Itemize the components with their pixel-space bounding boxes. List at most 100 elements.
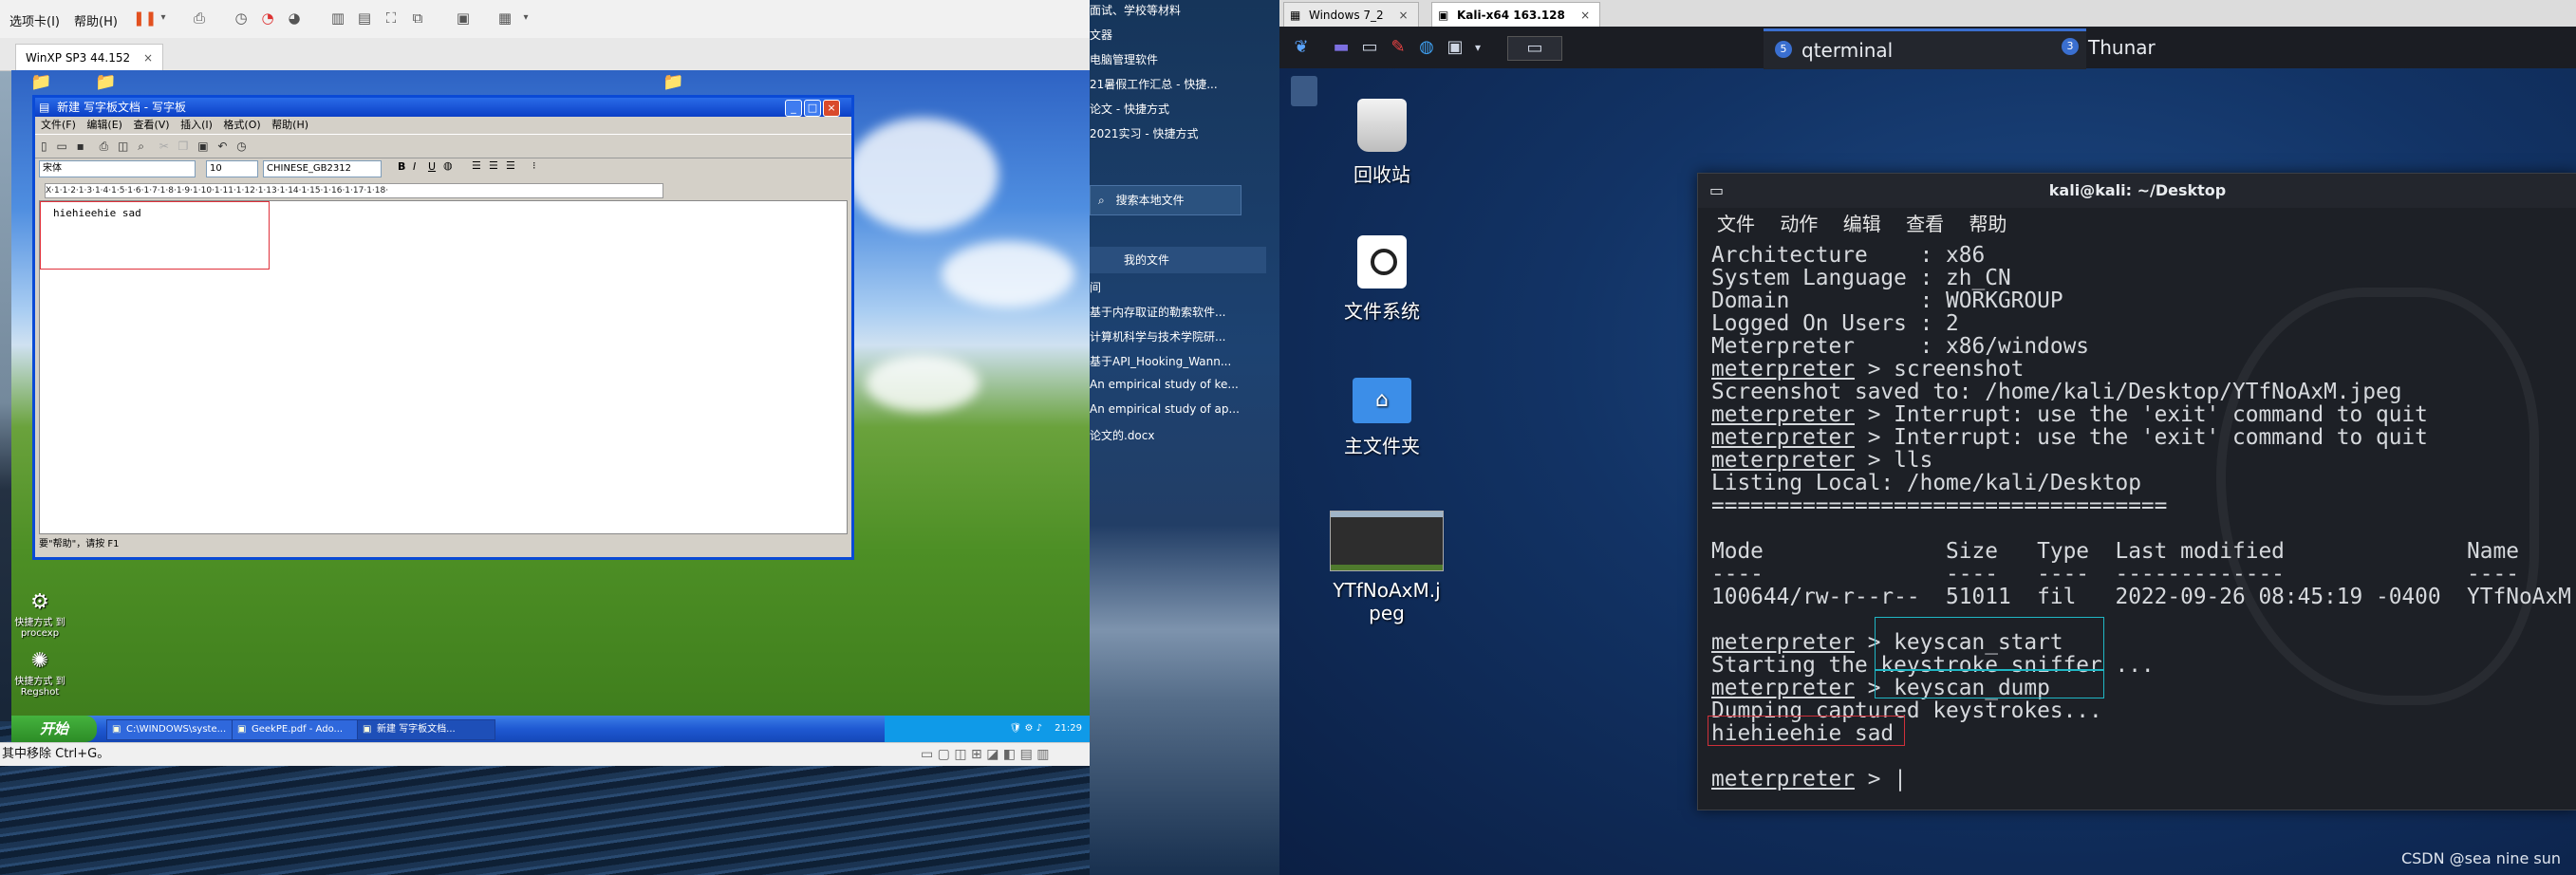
file-manager-icon[interactable]: ▭	[1357, 36, 1382, 59]
italic-icon[interactable]: I	[413, 160, 416, 173]
taskbar-item-pdf[interactable]: GeekPE.pdf - Ado...	[232, 719, 370, 740]
cut-icon[interactable]: ✂	[159, 140, 169, 153]
menu-action[interactable]: 动作	[1780, 208, 1818, 240]
text-editor-icon[interactable]: ✎	[1386, 36, 1410, 59]
fullscreen-icon[interactable]: ⛶	[382, 9, 401, 28]
list-item[interactable]: 论文的.docx	[1090, 427, 1279, 443]
font-select[interactable]: 宋体	[39, 160, 196, 177]
list-item[interactable]: 基于内存取证的勒索软件...	[1090, 304, 1279, 320]
document-area[interactable]: hiehieehie sad	[39, 200, 848, 534]
copy-icon[interactable]: ❐	[178, 140, 189, 153]
desktop-shortcut-procexp[interactable]: ⚙ 快捷方式 到 procexp	[11, 590, 68, 639]
tray-icons[interactable]: 🛡 ⚙ ♪	[1010, 723, 1042, 734]
pause-icon[interactable]: ❚❚	[133, 9, 157, 28]
menu-file[interactable]: 文件(F)	[41, 119, 76, 131]
maximize-button[interactable]: □	[804, 100, 821, 117]
list-item[interactable]: 2021实习 - 快捷方式	[1090, 125, 1279, 141]
menu-edit[interactable]: 编辑	[1843, 208, 1881, 240]
chevron-down-icon[interactable]: ▾	[516, 9, 535, 28]
browser-icon[interactable]: ◍	[1414, 36, 1439, 59]
tab-kali[interactable]: ▣ Kali-x64 163.128 ×	[1431, 2, 1601, 28]
list-item[interactable]: 文器	[1090, 27, 1279, 43]
list-item[interactable]: 基于API_Hooking_Wann...	[1090, 353, 1279, 369]
taskbar-item-cmd[interactable]: C:\WINDOWS\syste...	[106, 719, 245, 740]
list-item[interactable]: 面试、学校等材料	[1090, 2, 1279, 18]
snapshot-manager-icon[interactable]: ◕	[285, 9, 304, 28]
desktop-icon-jpeg[interactable]: YTfNoAxM.jpeg	[1316, 511, 1458, 624]
tab-windows7[interactable]: ▦ Windows 7_2 ×	[1283, 2, 1419, 28]
workspace-switcher-icon[interactable]: ▭	[1507, 36, 1562, 61]
bullets-icon[interactable]: ⁝	[532, 159, 536, 172]
paste-icon[interactable]: ▣	[197, 140, 208, 153]
align-center-icon[interactable]: ☰	[489, 159, 498, 172]
bold-icon[interactable]: B	[398, 160, 405, 173]
new-icon[interactable]: ▯	[41, 140, 47, 153]
align-left-icon[interactable]: ☰	[472, 159, 481, 172]
list-item[interactable]: An empirical study of ke...	[1090, 378, 1279, 391]
device-icons[interactable]: ▭ ▢ ◫ ⊞ ◪ ◧ ▤ ▥	[921, 743, 1049, 766]
desktop-shortcut-regshot[interactable]: ✺ 快捷方式 到 Regshot	[11, 649, 68, 698]
close-button[interactable]: ×	[823, 100, 840, 117]
list-item[interactable]: 21暑假工作汇总 - 快捷...	[1090, 76, 1279, 92]
sidebar-toggle-icon[interactable]: ▥	[328, 9, 347, 28]
list-item[interactable]: 间	[1090, 279, 1279, 295]
wordpad-titlebar[interactable]: ▤ 新建 写字板文档 - 写字板 _ □ ×	[35, 98, 851, 117]
menu-help[interactable]: 帮助(H)	[74, 11, 118, 29]
close-icon[interactable]: ×	[1580, 9, 1590, 22]
start-button[interactable]: 开始	[11, 716, 97, 742]
menu-format[interactable]: 格式(O)	[223, 119, 260, 131]
send-keys-icon[interactable]: ⎙	[190, 9, 209, 28]
kali-menu-icon[interactable]: ❦	[1289, 36, 1314, 59]
list-item[interactable]: 论文 - 快捷方式	[1090, 101, 1279, 117]
list-item[interactable]: 计算机科学与技术学院研...	[1090, 328, 1279, 344]
desktop-icon-trash[interactable]: 回收站	[1316, 99, 1448, 187]
snapshot-icon[interactable]: ◷	[232, 9, 251, 28]
tab-winxp[interactable]: WinXP SP3 44.152 ×	[15, 44, 163, 71]
menu-insert[interactable]: 插入(I)	[180, 119, 213, 131]
menu-tabs[interactable]: 选项卡(I)	[9, 11, 60, 29]
console-icon[interactable]: ▣	[454, 9, 473, 28]
undo-icon[interactable]: ↶	[217, 140, 227, 153]
align-right-icon[interactable]: ☰	[506, 159, 515, 172]
list-item[interactable]: 电脑管理软件	[1090, 51, 1279, 67]
print-preview-icon[interactable]: ◫	[118, 140, 128, 153]
menu-view[interactable]: 查看(V)	[133, 119, 169, 131]
task-qterminal[interactable]: 5 qterminal	[1764, 28, 2086, 69]
folder-icon[interactable]: 📁	[30, 72, 51, 92]
close-icon[interactable]: ×	[1398, 9, 1408, 22]
workspace-icon[interactable]: ▬	[1329, 36, 1353, 59]
taskbar-item-wordpad[interactable]: 新建 写字板文档...	[357, 719, 495, 740]
task-thunar[interactable]: 3 Thunar	[2050, 28, 2373, 66]
revert-snapshot-icon[interactable]: ◔	[258, 9, 277, 28]
folder-icon[interactable]: 📁	[95, 72, 116, 92]
find-icon[interactable]: ⌕	[138, 140, 144, 153]
terminal-icon[interactable]: ▣	[1443, 36, 1467, 59]
charset-select[interactable]: CHINESE_GB2312	[263, 160, 382, 177]
chevron-down-icon[interactable]: ▾	[154, 9, 173, 28]
print-icon[interactable]: ⎙	[100, 140, 109, 153]
open-icon[interactable]: ▭	[56, 140, 66, 153]
search-input[interactable]: ⌕ 搜索本地文件	[1090, 185, 1241, 215]
menu-view[interactable]: 查看	[1906, 208, 1944, 240]
size-select[interactable]: 10	[206, 160, 258, 177]
menu-file[interactable]: 文件	[1717, 208, 1755, 240]
unity-icon[interactable]: ⧉	[408, 9, 427, 28]
underline-icon[interactable]: U	[428, 160, 436, 173]
datetime-icon[interactable]: ◷	[236, 140, 246, 153]
close-icon[interactable]: ×	[143, 51, 153, 65]
my-docs-header[interactable]: 我的文件	[1090, 247, 1266, 273]
minimize-button[interactable]: _	[785, 100, 802, 117]
desktop-file-icon[interactable]	[1291, 76, 1317, 106]
save-icon[interactable]: ▪	[77, 140, 84, 153]
terminal-titlebar[interactable]: ▭ kali@kali: ~/Desktop	[1698, 174, 2576, 208]
menu-help[interactable]: 帮助(H)	[271, 119, 308, 131]
desktop-icon-filesystem[interactable]: 文件系统	[1316, 235, 1448, 324]
library-icon[interactable]: ▤	[355, 9, 374, 28]
menu-help[interactable]: 帮助	[1969, 208, 2007, 240]
list-item[interactable]: An empirical study of ap...	[1090, 402, 1279, 416]
color-icon[interactable]: ◍	[443, 159, 453, 172]
chevron-down-icon[interactable]: ▾	[1465, 36, 1490, 59]
view-icon[interactable]: ▦	[495, 9, 514, 28]
desktop-icon-home[interactable]: ⌂ 主文件夹	[1316, 378, 1448, 458]
menu-edit[interactable]: 编辑(E)	[86, 119, 122, 131]
